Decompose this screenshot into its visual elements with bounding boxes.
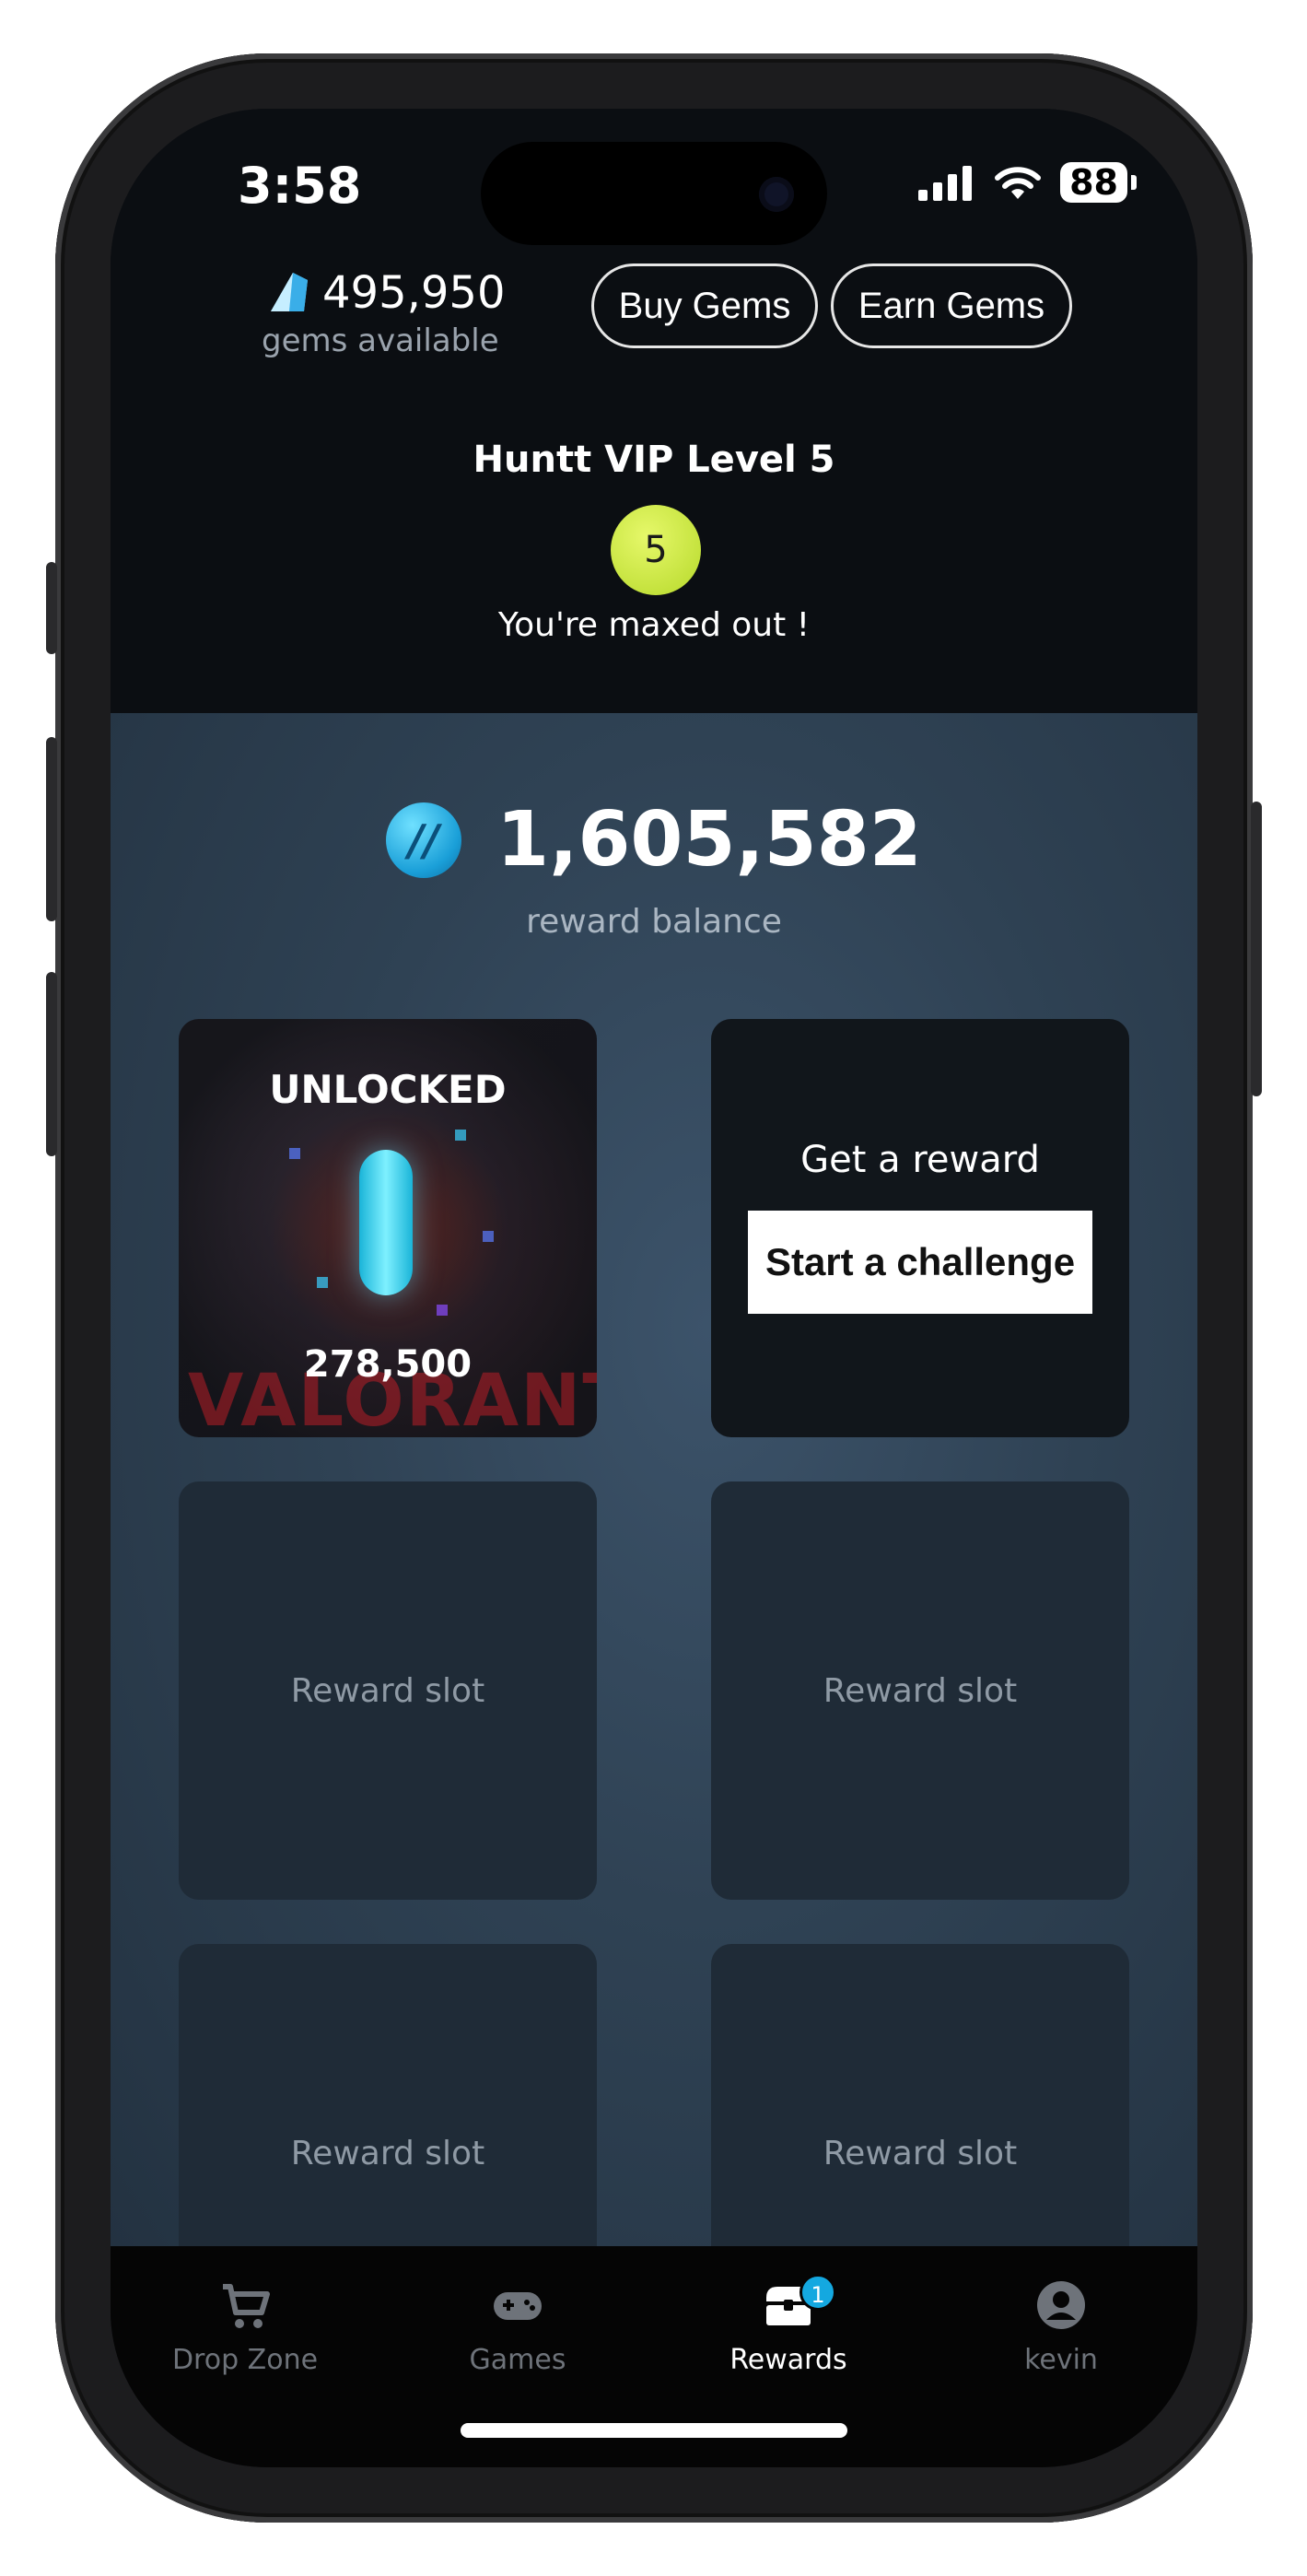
vip-title: Huntt VIP Level 5 [473, 439, 835, 481]
tab-bar: Drop Zone Games 1 Rewards kevin [111, 2246, 1197, 2467]
home-indicator[interactable] [461, 2423, 847, 2438]
challenge-card: Get a reward Start a challenge [711, 1019, 1129, 1437]
vip-subtitle: You're maxed out ! [497, 606, 811, 644]
signal-icon [918, 166, 973, 201]
header: 3:58 88 495,950 gems available Buy Gems … [111, 109, 1197, 713]
crystal-icon [359, 1150, 413, 1295]
buy-gems-button[interactable]: Buy Gems [591, 263, 818, 348]
reward-slot[interactable]: Reward slot [711, 1481, 1129, 1900]
status-icons: 88 [918, 162, 1137, 203]
particle-decoration [437, 1305, 448, 1316]
mute-switch [46, 562, 57, 654]
tab-drop-zone[interactable]: Drop Zone [153, 2277, 337, 2376]
tab-games[interactable]: Games [426, 2277, 610, 2376]
challenge-title: Get a reward [800, 1139, 1040, 1181]
reward-balance: // 1,605,582 [111, 796, 1197, 884]
battery-indicator: 88 [1060, 162, 1137, 203]
gems-balance: 495,950 gems available [262, 267, 506, 359]
tab-label: Games [469, 2344, 566, 2376]
tab-profile[interactable]: kevin [969, 2277, 1153, 2376]
volume-up-button [46, 737, 57, 921]
vip-level-badge: 5 [611, 505, 701, 595]
tab-rewards[interactable]: 1 Rewards [696, 2274, 881, 2376]
particle-decoration [317, 1277, 328, 1288]
particle-decoration [455, 1130, 466, 1141]
dynamic-island [481, 142, 827, 245]
notification-badge: 1 [799, 2274, 836, 2311]
reward-balance-label: reward balance [526, 903, 782, 941]
wifi-icon [995, 167, 1042, 199]
reward-slot[interactable]: Reward slot [179, 1481, 597, 1900]
camera-icon [759, 177, 794, 212]
gems-count: 495,950 [322, 267, 506, 319]
particle-decoration [289, 1148, 300, 1159]
reward-balance-value: 1,605,582 [496, 796, 922, 884]
gem-icon [271, 273, 308, 311]
coin-icon: // [386, 802, 462, 878]
tab-label: kevin [1024, 2344, 1098, 2376]
unlocked-value: 278,500 [303, 1343, 473, 1386]
rewards-area: // 1,605,582 reward balance VALORANT UNL… [111, 713, 1197, 2362]
gems-label: gems available [262, 322, 499, 359]
gamepad-icon [494, 2292, 542, 2320]
account-icon [1037, 2281, 1085, 2329]
tab-label: Drop Zone [171, 2344, 319, 2376]
volume-down-button [46, 972, 57, 1156]
tab-label: Rewards [729, 2344, 847, 2376]
unlocked-label: UNLOCKED [269, 1067, 507, 1112]
power-button [1251, 802, 1262, 1096]
phone-screen: 3:58 88 495,950 gems available Buy Gems … [111, 109, 1197, 2467]
particle-decoration [483, 1231, 494, 1242]
earn-gems-button[interactable]: Earn Gems [831, 263, 1072, 348]
start-challenge-button[interactable]: Start a challenge [748, 1211, 1092, 1314]
unlocked-reward-card[interactable]: VALORANT UNLOCKED 278,500 [179, 1019, 597, 1437]
status-time: 3:58 [238, 157, 362, 215]
cart-icon [223, 2284, 270, 2328]
